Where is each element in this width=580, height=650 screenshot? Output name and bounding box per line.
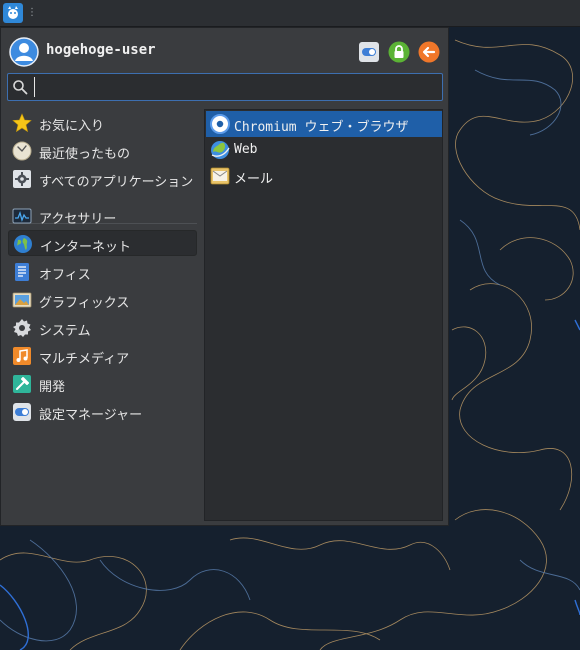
- whisker-menu: hogehoge-user お気に入り 最近使ったもの すべてのアプリケーション…: [0, 27, 449, 526]
- category-label: システム: [39, 324, 91, 339]
- music-icon: [13, 347, 31, 365]
- whisker-menu-icon[interactable]: [3, 3, 23, 23]
- category-accessories[interactable]: アクセサリー: [8, 203, 197, 229]
- user-name: hogehoge-user: [46, 42, 156, 58]
- category-office[interactable]: オフィス: [8, 259, 197, 285]
- category-development[interactable]: 開発: [8, 371, 197, 397]
- chromium-icon: [210, 114, 230, 134]
- category-internet[interactable]: インターネット: [8, 230, 197, 256]
- globe-icon: [14, 235, 32, 253]
- category-label: すべてのアプリケーション: [39, 175, 194, 190]
- pulse-icon: [12, 208, 32, 224]
- category-graphics[interactable]: グラフィックス: [8, 287, 197, 313]
- category-label: 最近使ったもの: [39, 147, 131, 162]
- web-globe-icon: [211, 141, 230, 159]
- category-settings-manager[interactable]: 設定マネージャー: [8, 399, 197, 425]
- category-label: グラフィックス: [39, 296, 130, 311]
- log-out-button[interactable]: [418, 41, 440, 63]
- app-label: Chromium ウェブ・ブラウザ: [234, 120, 409, 135]
- category-label: お気に入り: [39, 119, 105, 134]
- top-panel: ⋮: [0, 0, 580, 27]
- app-label: メール: [234, 172, 274, 187]
- toggle-settings-icon: [359, 42, 379, 62]
- application-list: Chromium ウェブ・ブラウザ Web メール: [204, 109, 443, 521]
- category-label: アクセサリー: [39, 212, 117, 227]
- toggle-icon: [13, 403, 31, 421]
- user-avatar-icon: [9, 37, 39, 67]
- category-label: 設定マネージャー: [39, 408, 143, 423]
- category-all-applications[interactable]: すべてのアプリケーション: [8, 166, 197, 192]
- app-chromium[interactable]: Chromium ウェブ・ブラウザ: [206, 111, 442, 137]
- category-label: オフィス: [39, 268, 91, 283]
- app-mail[interactable]: メール: [206, 163, 442, 189]
- category-system[interactable]: システム: [8, 315, 197, 341]
- category-label: マルチメディア: [39, 352, 130, 367]
- mail-icon: [210, 167, 230, 185]
- settings-manager-button[interactable]: [358, 41, 380, 63]
- category-label: インターネット: [40, 240, 132, 255]
- panel-separator-icon: ⋮: [27, 7, 37, 18]
- category-multimedia[interactable]: マルチメディア: [8, 343, 197, 369]
- hammer-icon: [13, 375, 31, 393]
- category-favorites[interactable]: お気に入り: [8, 110, 197, 136]
- cog-icon: [13, 319, 31, 337]
- search-icon: [13, 80, 28, 95]
- search-box: [7, 73, 443, 101]
- app-web[interactable]: Web: [206, 137, 442, 163]
- search-input[interactable]: [34, 77, 435, 97]
- app-label: Web: [234, 142, 258, 157]
- lock-screen-button[interactable]: [388, 41, 410, 63]
- category-recent[interactable]: 最近使ったもの: [8, 138, 197, 164]
- back-arrow-icon: [418, 41, 440, 63]
- category-label: 開発: [39, 380, 66, 395]
- image-icon: [12, 292, 32, 308]
- lock-icon: [388, 41, 410, 63]
- star-icon: [12, 113, 32, 133]
- clock-icon: [12, 141, 32, 161]
- gear-icon: [13, 170, 31, 188]
- document-icon: [15, 263, 29, 281]
